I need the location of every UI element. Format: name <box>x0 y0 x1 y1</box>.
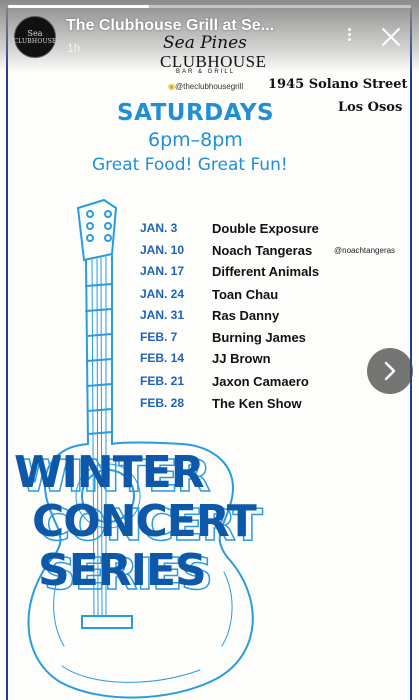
schedule-act: The Ken Show <box>212 396 302 411</box>
series-title-line-2: CONCERT <box>32 496 257 547</box>
event-time: 6pm–8pm <box>148 129 243 151</box>
avatar-logo-text: CLUBHOUSE <box>13 38 57 45</box>
schedule-date: FEB. 21 <box>140 374 185 388</box>
close-icon[interactable] <box>380 26 402 48</box>
artist-mention[interactable]: @noachtangeras <box>334 246 395 255</box>
schedule-act: Noach Tangeras <box>212 243 313 258</box>
instagram-handle-text: @theclubhousegrill <box>174 82 244 91</box>
schedule-date: FEB. 7 <box>140 330 178 344</box>
series-title-line-3: SERIES <box>38 545 207 596</box>
next-story-button[interactable] <box>367 348 413 394</box>
schedule-date: JAN. 31 <box>140 308 185 322</box>
address-city: Los Osos <box>338 100 403 115</box>
schedule-act: Burning James <box>212 330 306 345</box>
schedule-date: FEB. 14 <box>140 351 185 365</box>
schedule-date: JAN. 24 <box>140 287 185 301</box>
schedule-date: FEB. 28 <box>140 396 185 410</box>
schedule-act: JJ Brown <box>212 351 271 366</box>
schedule-date: JAN. 17 <box>140 264 185 278</box>
schedule-act: Ras Danny <box>212 308 280 323</box>
flyer-border-right <box>410 8 412 700</box>
brand-subtitle: BAR & GRILL <box>176 69 236 75</box>
schedule-date: JAN. 10 <box>140 243 185 257</box>
brand-script: Sea Pines <box>163 33 247 53</box>
more-vertical-icon[interactable] <box>342 26 356 50</box>
schedule-act: Jaxon Camaero <box>212 374 309 389</box>
instagram-icon: ◉ <box>168 82 175 91</box>
address-street: 1945 Solano Street <box>268 77 408 92</box>
story-progress-bar <box>8 5 411 8</box>
event-day: SATURDAYS <box>117 100 275 126</box>
schedule-act: Different Animals <box>212 264 320 279</box>
series-title-line-1: WINTER <box>14 447 205 498</box>
instagram-handle: ◉@theclubhousegrill <box>168 82 243 91</box>
schedule-date: JAN. 3 <box>140 221 178 235</box>
event-tagline: Great Food! Great Fun! <box>92 155 288 175</box>
schedule-act: Double Exposure <box>212 221 319 236</box>
avatar-logo-script: Sea <box>27 29 43 38</box>
avatar[interactable]: Sea CLUBHOUSE <box>13 16 57 58</box>
story-viewer: Sea CLUBHOUSE The Clubhouse Grill at Se.… <box>0 0 419 700</box>
post-time: 1h <box>67 41 81 55</box>
story-progress-fill <box>8 5 150 8</box>
schedule-act: Toan Chau <box>212 287 279 302</box>
chevron-right-icon <box>384 361 396 381</box>
